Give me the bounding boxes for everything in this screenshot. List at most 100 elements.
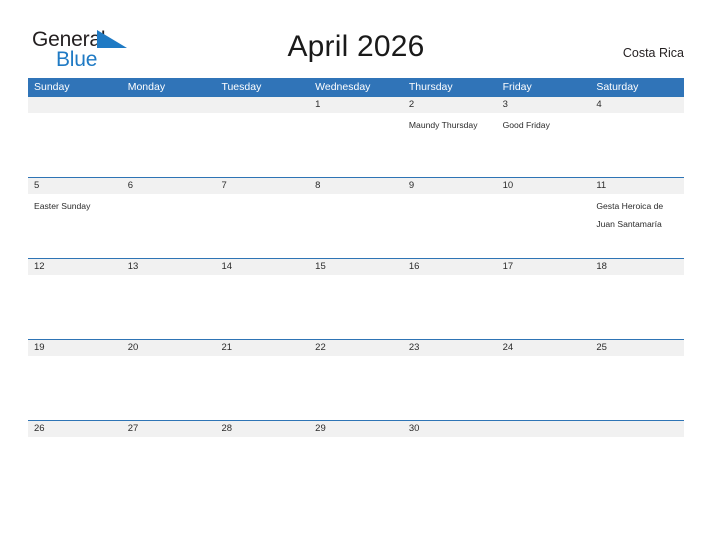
day-cell[interactable] xyxy=(497,275,591,339)
weekday-header-wednesday: Wednesday xyxy=(315,81,371,93)
day-number[interactable]: 6 xyxy=(122,178,216,194)
day-cell[interactable] xyxy=(309,275,403,339)
day-cell[interactable] xyxy=(28,113,122,177)
day-number[interactable]: 19 xyxy=(28,340,122,356)
day-number[interactable]: 7 xyxy=(215,178,309,194)
day-cell[interactable]: Good Friday xyxy=(497,113,591,177)
day-cell[interactable] xyxy=(590,437,684,501)
calendar-grid: Sunday Monday Tuesday Wednesday Thursday… xyxy=(28,78,684,501)
day-number[interactable]: 20 xyxy=(122,340,216,356)
day-number[interactable]: 22 xyxy=(309,340,403,356)
week-row: 26 27 28 29 30 xyxy=(28,420,684,501)
week-row: 5 6 7 8 9 10 11 Easter Sunday Gesta Hero… xyxy=(28,177,684,258)
day-cell[interactable] xyxy=(122,113,216,177)
day-cell[interactable]: Easter Sunday xyxy=(28,194,122,258)
day-cell[interactable] xyxy=(122,437,216,501)
weekday-header-row: Sunday Monday Tuesday Wednesday Thursday… xyxy=(28,78,684,96)
day-cell[interactable] xyxy=(309,437,403,501)
day-cell[interactable] xyxy=(28,437,122,501)
page-header: General Blue April 2026 Costa Rica xyxy=(0,0,712,78)
day-cell[interactable]: Gesta Heroica de Juan Santamaría xyxy=(590,194,684,258)
day-cell[interactable] xyxy=(215,194,309,258)
week-event-band xyxy=(28,275,684,339)
day-cell[interactable] xyxy=(497,356,591,420)
day-cell[interactable] xyxy=(403,437,497,501)
day-cell[interactable] xyxy=(215,356,309,420)
day-number[interactable]: 29 xyxy=(309,421,403,437)
day-number[interactable]: 5 xyxy=(28,178,122,194)
weekday-header-monday: Monday xyxy=(127,81,166,93)
day-number[interactable]: 10 xyxy=(497,178,591,194)
week-date-band: 12 13 14 15 16 17 18 xyxy=(28,259,684,275)
day-cell[interactable] xyxy=(403,275,497,339)
day-number[interactable] xyxy=(28,97,122,113)
day-number[interactable]: 23 xyxy=(403,340,497,356)
day-number[interactable]: 15 xyxy=(309,259,403,275)
day-number[interactable]: 24 xyxy=(497,340,591,356)
day-cell[interactable] xyxy=(28,356,122,420)
day-number[interactable]: 11 xyxy=(590,178,684,194)
day-number[interactable]: 1 xyxy=(309,97,403,113)
day-cell[interactable] xyxy=(309,356,403,420)
day-cell[interactable] xyxy=(215,113,309,177)
day-number[interactable]: 28 xyxy=(215,421,309,437)
week-date-band: 26 27 28 29 30 xyxy=(28,421,684,437)
week-row: 12 13 14 15 16 17 18 xyxy=(28,258,684,339)
day-cell[interactable]: Maundy Thursday xyxy=(403,113,497,177)
day-number[interactable] xyxy=(590,421,684,437)
day-cell[interactable] xyxy=(309,194,403,258)
day-cell[interactable] xyxy=(122,194,216,258)
day-cell[interactable] xyxy=(403,356,497,420)
weekday-header-thursday: Thursday xyxy=(408,81,453,93)
week-event-band: Maundy Thursday Good Friday xyxy=(28,113,684,177)
week-row: 19 20 21 22 23 24 25 xyxy=(28,339,684,420)
day-number[interactable]: 30 xyxy=(403,421,497,437)
day-number[interactable]: 18 xyxy=(590,259,684,275)
day-number[interactable]: 13 xyxy=(122,259,216,275)
day-cell[interactable] xyxy=(590,113,684,177)
week-date-band: 1 2 3 4 xyxy=(28,97,684,113)
day-number[interactable]: 27 xyxy=(122,421,216,437)
day-cell[interactable] xyxy=(590,356,684,420)
day-cell[interactable] xyxy=(122,275,216,339)
event-label: Gesta Heroica de Juan Santamaría xyxy=(596,201,664,229)
day-number[interactable]: 21 xyxy=(215,340,309,356)
day-cell[interactable] xyxy=(215,275,309,339)
day-number[interactable]: 26 xyxy=(28,421,122,437)
day-cell[interactable] xyxy=(497,194,591,258)
page-title: April 2026 xyxy=(287,30,425,63)
weekday-header-saturday: Saturday xyxy=(596,81,639,93)
day-number[interactable] xyxy=(497,421,591,437)
day-number[interactable] xyxy=(122,97,216,113)
day-cell[interactable] xyxy=(28,275,122,339)
day-cell[interactable] xyxy=(122,356,216,420)
event-label: Maundy Thursday xyxy=(408,120,478,130)
day-cell[interactable] xyxy=(215,437,309,501)
event-label: Easter Sunday xyxy=(34,201,91,211)
day-cell[interactable] xyxy=(497,437,591,501)
country-label: Costa Rica xyxy=(622,46,684,60)
week-event-band: Easter Sunday Gesta Heroica de Juan Sant… xyxy=(28,194,684,258)
day-number[interactable]: 9 xyxy=(403,178,497,194)
weekday-header-tuesday: Tuesday xyxy=(221,81,262,93)
weekday-header-friday: Friday xyxy=(502,81,532,93)
week-date-band: 19 20 21 22 23 24 25 xyxy=(28,340,684,356)
day-number[interactable]: 8 xyxy=(309,178,403,194)
day-cell[interactable] xyxy=(403,194,497,258)
week-event-band xyxy=(28,437,684,501)
day-number[interactable]: 14 xyxy=(215,259,309,275)
day-number[interactable]: 3 xyxy=(497,97,591,113)
day-number[interactable]: 2 xyxy=(403,97,497,113)
weekday-header-sunday: Sunday xyxy=(34,81,70,93)
day-number[interactable]: 17 xyxy=(497,259,591,275)
day-number[interactable]: 16 xyxy=(403,259,497,275)
day-number[interactable]: 12 xyxy=(28,259,122,275)
day-number[interactable] xyxy=(215,97,309,113)
event-label: Good Friday xyxy=(502,120,550,130)
day-number[interactable]: 4 xyxy=(590,97,684,113)
day-cell[interactable] xyxy=(309,113,403,177)
day-cell[interactable] xyxy=(590,275,684,339)
day-number[interactable]: 25 xyxy=(590,340,684,356)
week-date-band: 5 6 7 8 9 10 11 xyxy=(28,178,684,194)
week-event-band xyxy=(28,356,684,420)
